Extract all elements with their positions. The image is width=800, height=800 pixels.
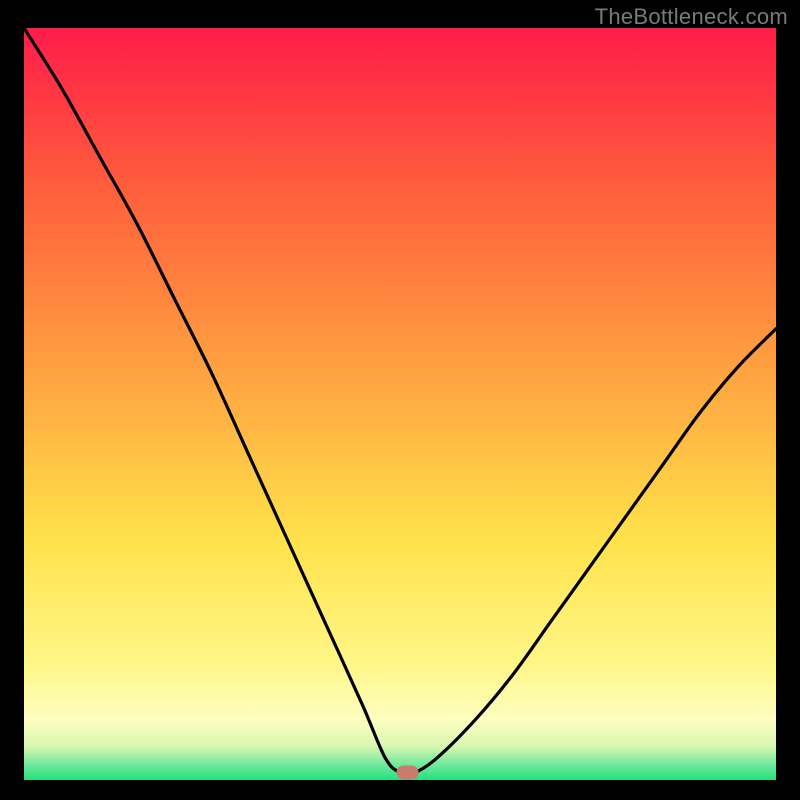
watermark-text: TheBottleneck.com [595,4,788,30]
gradient-background [24,28,776,780]
chart-svg [24,28,776,780]
bottleneck-chart [24,28,776,780]
optimal-marker [397,765,419,779]
